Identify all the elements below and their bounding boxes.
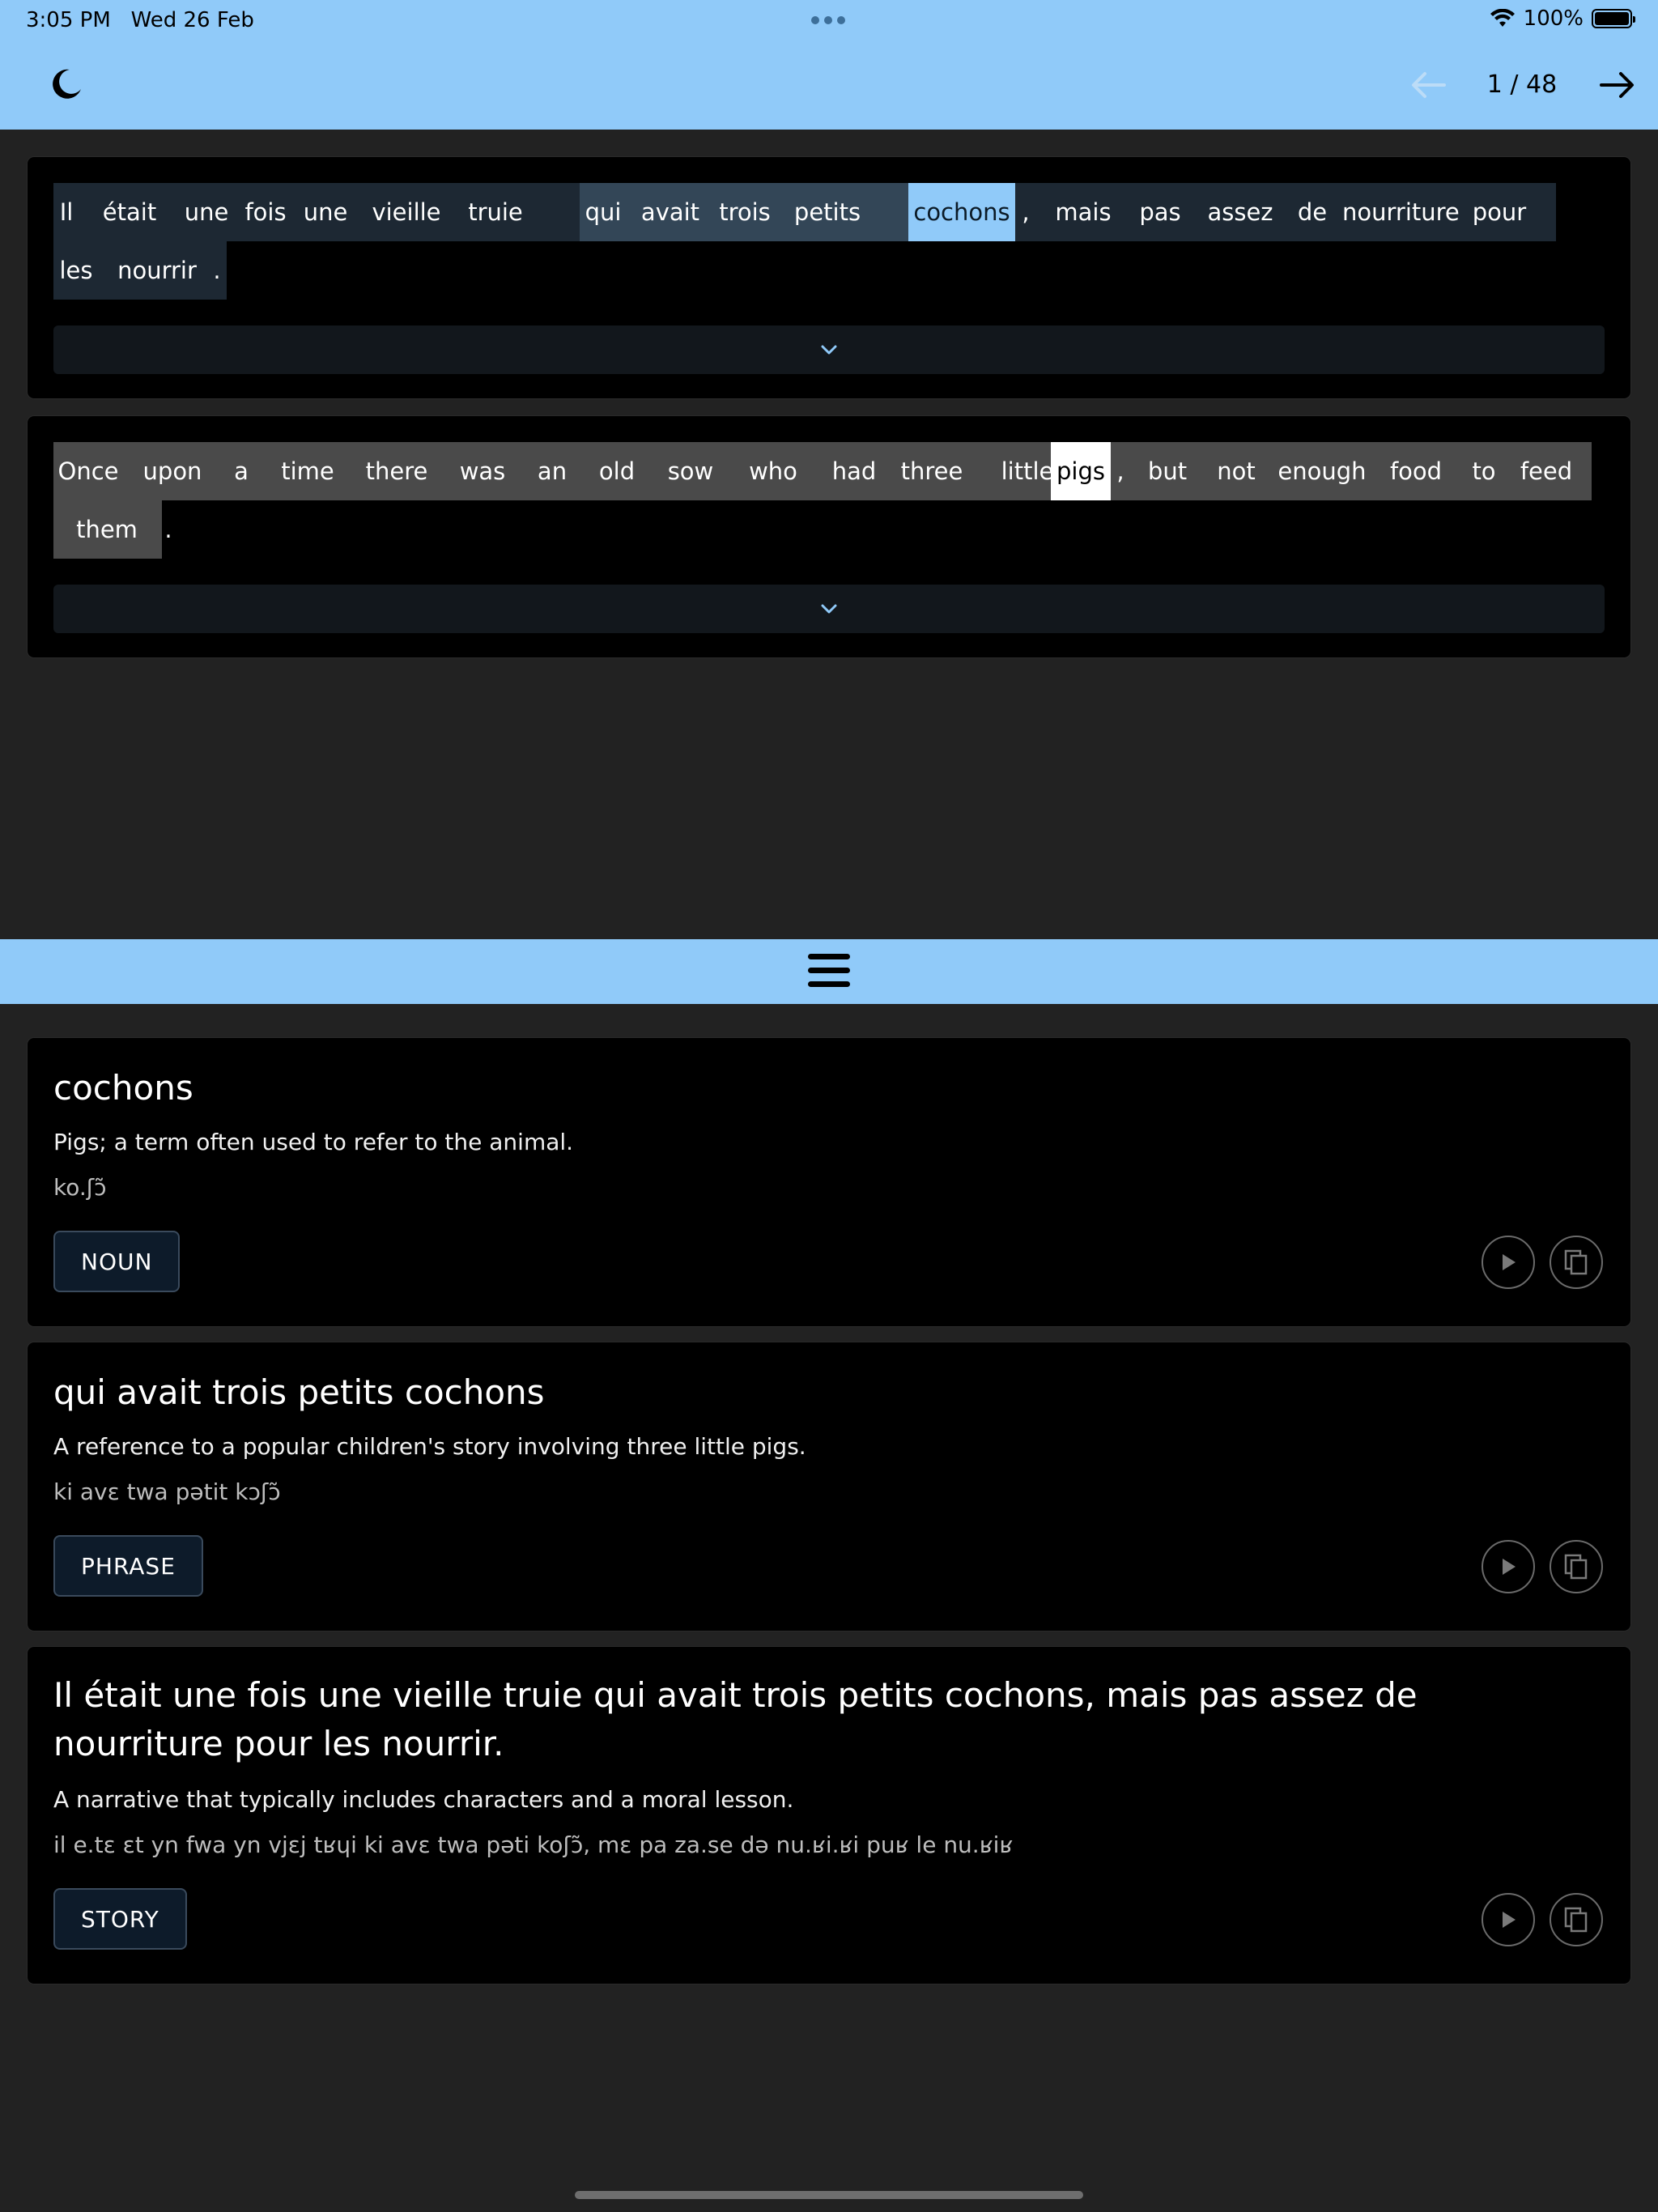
definition-term: Il était une fois une vieille truie qui … bbox=[53, 1675, 1418, 1763]
definition-description: A reference to a popular children's stor… bbox=[53, 1433, 806, 1460]
definition-description: A narrative that typically includes char… bbox=[53, 1786, 794, 1813]
wifi-icon bbox=[1490, 9, 1515, 27]
target-token[interactable]: there bbox=[355, 442, 439, 500]
source-token[interactable]: nourrir bbox=[108, 241, 206, 300]
target-token[interactable]: them bbox=[53, 500, 160, 559]
source-token[interactable]: était bbox=[89, 183, 170, 241]
status-date: Wed 26 Feb bbox=[130, 8, 254, 32]
target-token[interactable]: enough bbox=[1274, 442, 1370, 500]
source-expand-button[interactable] bbox=[53, 325, 1605, 374]
battery-percent: 100% bbox=[1523, 6, 1584, 31]
definition-card-story: Il était une fois une vieille truie qui … bbox=[28, 1647, 1630, 1984]
top-app-bar: 3:05 PM Wed 26 Feb 100% 1 / 48 bbox=[0, 0, 1658, 130]
page-indicator: 1 / 48 bbox=[1486, 70, 1558, 99]
source-token[interactable]: de bbox=[1292, 183, 1333, 241]
target-token[interactable]: an bbox=[526, 442, 578, 500]
target-token[interactable]: who bbox=[735, 442, 811, 500]
target-token: , bbox=[1116, 457, 1124, 485]
source-token[interactable]: petits bbox=[785, 183, 869, 241]
part-of-speech-badge: STORY bbox=[53, 1888, 187, 1950]
source-token[interactable]: qui bbox=[580, 183, 627, 241]
definition-term: qui avait trois petits cochons bbox=[53, 1372, 545, 1412]
target-token[interactable]: feed bbox=[1516, 442, 1577, 500]
target-sentence-card: Once upon a time there was an old sow who had three… bbox=[28, 416, 1630, 657]
target-token[interactable]: was bbox=[449, 442, 517, 500]
target-token[interactable]: had bbox=[821, 442, 887, 500]
play-button[interactable] bbox=[1482, 1540, 1535, 1593]
target-token[interactable]: time bbox=[270, 442, 345, 500]
source-token[interactable]: mais bbox=[1044, 183, 1122, 241]
play-button[interactable] bbox=[1482, 1236, 1535, 1289]
source-token[interactable]: vieille bbox=[363, 183, 450, 241]
arrow-right-icon[interactable] bbox=[1598, 68, 1637, 102]
source-token: . bbox=[207, 241, 227, 300]
source-token: , bbox=[1017, 183, 1035, 241]
panel-divider[interactable] bbox=[0, 939, 1658, 1004]
source-token[interactable]: une bbox=[298, 183, 353, 241]
target-expand-button[interactable] bbox=[53, 585, 1605, 633]
multitasking-dots-icon[interactable] bbox=[811, 16, 845, 24]
target-token[interactable]: three bbox=[887, 442, 976, 500]
part-of-speech-badge: PHRASE bbox=[53, 1535, 203, 1597]
source-token[interactable]: Il bbox=[53, 183, 79, 241]
source-token[interactable]: les bbox=[53, 241, 99, 300]
play-button[interactable] bbox=[1482, 1893, 1535, 1946]
copy-icon bbox=[1564, 1907, 1588, 1933]
arrow-left-icon[interactable] bbox=[1409, 68, 1448, 102]
copy-button[interactable] bbox=[1550, 1540, 1603, 1593]
part-of-speech-badge: NOUN bbox=[53, 1231, 181, 1292]
target-token: . bbox=[164, 516, 172, 543]
play-icon bbox=[1503, 1912, 1516, 1928]
status-time-clock: 3:05 PM bbox=[26, 8, 111, 32]
copy-button[interactable] bbox=[1550, 1236, 1603, 1289]
target-token[interactable]: to bbox=[1462, 442, 1506, 500]
copy-icon bbox=[1564, 1554, 1588, 1580]
source-token[interactable]: truie bbox=[460, 183, 531, 241]
target-token[interactable]: old bbox=[588, 442, 646, 500]
source-token[interactable]: trois bbox=[714, 183, 776, 241]
battery-icon bbox=[1592, 9, 1635, 28]
source-token[interactable]: pour bbox=[1469, 183, 1530, 241]
play-icon bbox=[1503, 1254, 1516, 1270]
definition-description: Pigs; a term often used to refer to the … bbox=[53, 1129, 574, 1155]
source-token[interactable]: avait bbox=[636, 183, 704, 241]
source-token[interactable]: nourriture bbox=[1342, 183, 1460, 241]
home-indicator[interactable] bbox=[575, 2191, 1083, 2199]
source-token[interactable]: cochons bbox=[908, 183, 1015, 241]
source-token[interactable]: fois bbox=[243, 183, 288, 241]
copy-icon bbox=[1564, 1249, 1588, 1275]
status-time: 3:05 PM Wed 26 Feb bbox=[26, 8, 254, 32]
target-token[interactable]: upon bbox=[133, 442, 212, 500]
source-sentence-card: Il était une fois une vieille truie qui avait tro… bbox=[28, 157, 1630, 398]
target-token[interactable]: not bbox=[1208, 442, 1265, 500]
play-icon bbox=[1503, 1559, 1516, 1575]
source-token[interactable]: une bbox=[180, 183, 233, 241]
chevron-down-icon bbox=[821, 604, 837, 614]
target-token[interactable]: pigs bbox=[1051, 442, 1111, 500]
target-token[interactable]: but bbox=[1137, 442, 1198, 500]
target-token[interactable]: food bbox=[1380, 442, 1452, 500]
target-token[interactable]: Once bbox=[53, 442, 123, 500]
definition-card-phrase: qui avait trois petits cochons A referen… bbox=[28, 1342, 1630, 1631]
definition-term: cochons bbox=[53, 1068, 193, 1108]
hamburger-icon[interactable] bbox=[808, 954, 850, 989]
definition-ipa: il e.tɛ ɛt yn fwa yn vjɛj tʁɥi ki avɛ tw… bbox=[53, 1831, 1014, 1858]
copy-button[interactable] bbox=[1550, 1893, 1603, 1946]
definition-ipa: ko.ʃɔ̃ bbox=[53, 1174, 107, 1201]
moon-icon[interactable] bbox=[49, 66, 84, 102]
chevron-down-icon bbox=[821, 345, 837, 355]
definition-card-word: cochons Pigs; a term often used to refer… bbox=[28, 1038, 1630, 1326]
source-token[interactable]: pas bbox=[1132, 183, 1188, 241]
target-token[interactable]: sow bbox=[656, 442, 725, 500]
target-token[interactable]: a bbox=[222, 442, 261, 500]
status-indicators: 100% bbox=[1490, 6, 1635, 31]
source-token[interactable]: assez bbox=[1198, 183, 1282, 241]
definition-ipa: ki avɛ twa pətit kɔʃɔ̃ bbox=[53, 1478, 281, 1505]
